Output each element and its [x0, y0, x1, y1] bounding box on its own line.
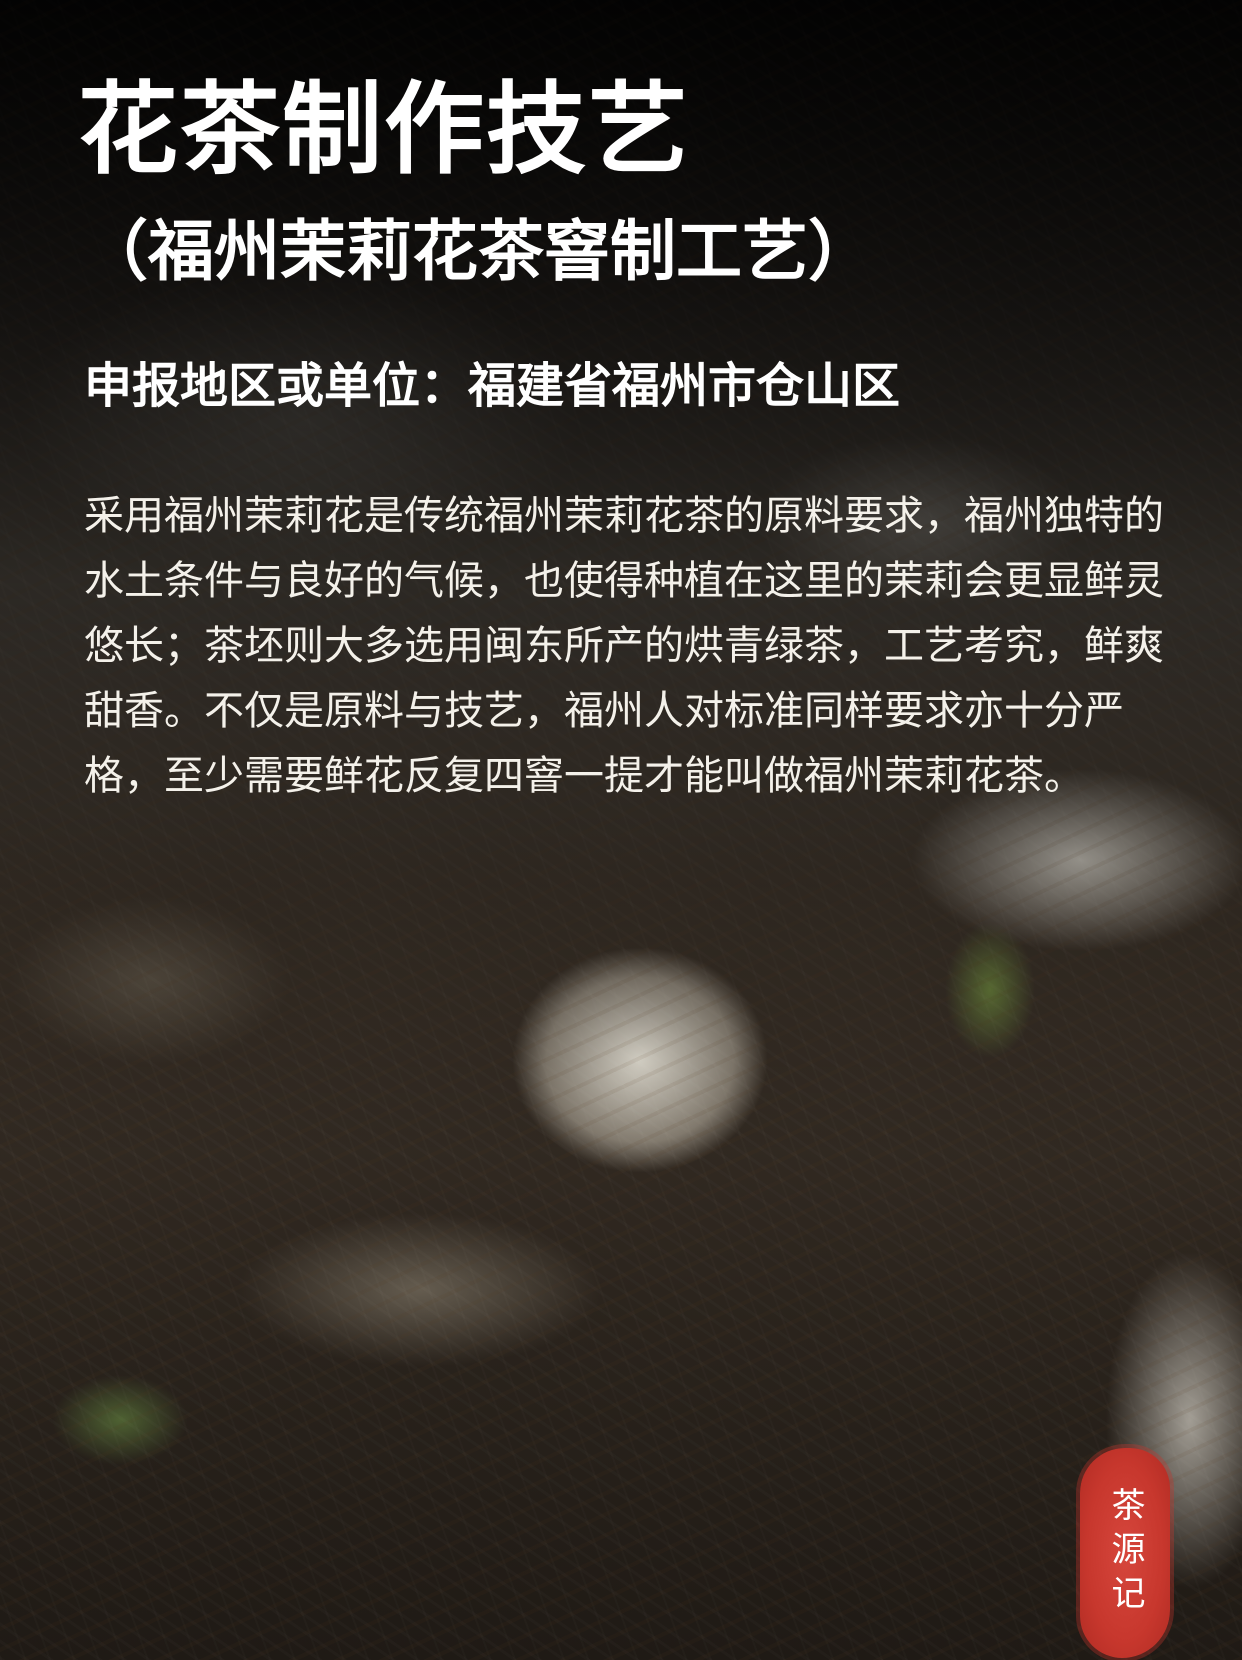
description-text: 采用福州茉莉花是传统福州茉莉花茶的原料要求，福州独特的水土条件与良好的气候，也使…	[84, 493, 1164, 799]
seal-text: 茶源记	[1105, 1487, 1145, 1619]
applicant-line: 申报地区或单位：福建省福州市仓山区	[84, 358, 901, 414]
page-title: 花茶制作技艺	[78, 70, 690, 188]
page-subtitle: （福州茉莉花茶窨制工艺）	[82, 212, 874, 290]
brand-seal: 茶源记	[1080, 1448, 1170, 1658]
poster: 花茶制作技艺 （福州茉莉花茶窨制工艺） 申报地区或单位：福建省福州市仓山区 采用…	[0, 0, 1242, 1660]
